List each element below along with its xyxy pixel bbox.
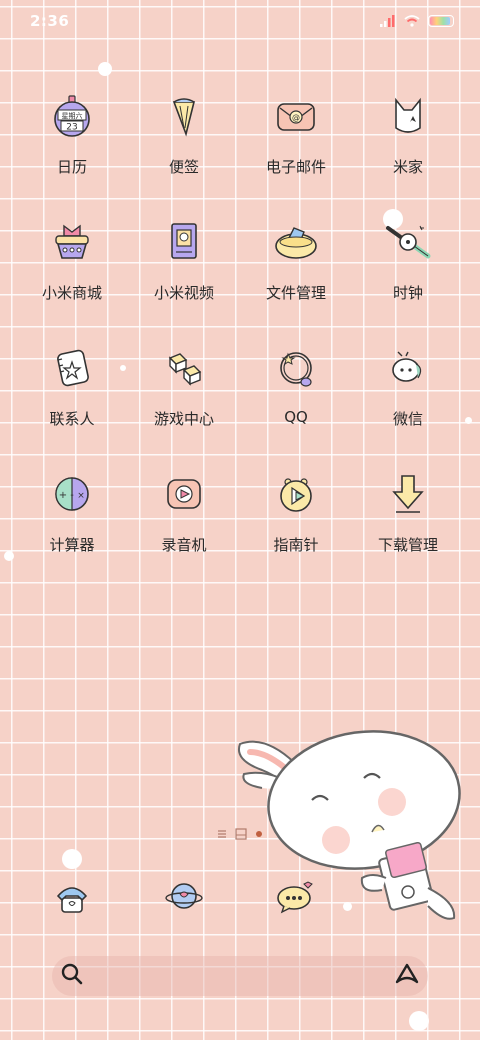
contacts-icon: [44, 340, 100, 396]
bubble-decoration: [4, 551, 14, 561]
bubble-decoration: [409, 1011, 429, 1031]
qq-icon: [268, 340, 324, 396]
dock: [16, 866, 464, 926]
app-label: 时钟: [392, 284, 423, 302]
xiao-ai-icon[interactable]: [394, 962, 420, 990]
app-label: 联系人: [49, 410, 95, 428]
wifi-icon: [404, 12, 420, 31]
game-center-icon: [156, 340, 212, 396]
wechat-icon: [380, 340, 436, 396]
app-label: 计算器: [49, 536, 95, 554]
svg-text:@: @: [292, 113, 300, 122]
messages-icon: [268, 868, 324, 924]
battery-icon: [428, 15, 454, 27]
svg-text:×: ×: [77, 491, 85, 501]
app-qq[interactable]: QQ: [240, 340, 352, 466]
widget-icon[interactable]: [235, 828, 247, 840]
calculator-icon: + - ×: [44, 466, 100, 522]
app-label: 指南针: [273, 536, 319, 554]
app-label: 游戏中心: [153, 410, 214, 428]
status-icons: [380, 12, 454, 31]
app-notes[interactable]: 便签: [128, 88, 240, 214]
svg-text:+: +: [59, 490, 67, 501]
page-indicator[interactable]: [0, 828, 480, 840]
app-wechat[interactable]: 微信: [352, 340, 464, 466]
app-mijia[interactable]: 米家: [352, 88, 464, 214]
app-calculator[interactable]: + - × 计算器: [16, 466, 128, 592]
app-grid: 星期六 23 日历 便签 @ 电子邮件 米家 小米商城 小米视频 文件管理 时钟…: [16, 88, 464, 592]
status-time: 2:36: [30, 12, 70, 30]
camera-icon: [380, 868, 436, 924]
app-clock[interactable]: 时钟: [352, 214, 464, 340]
app-label: 下载管理: [377, 536, 438, 554]
browser-planet-icon: [156, 868, 212, 924]
status-bar: 2:36: [0, 0, 480, 42]
calendar-icon: 星期六 23: [44, 88, 100, 144]
app-mi-video[interactable]: 小米视频: [128, 214, 240, 340]
bubble-decoration: [465, 417, 472, 424]
app-label: 米家: [392, 158, 423, 176]
search-bar[interactable]: [52, 956, 428, 996]
app-email[interactable]: @ 电子邮件: [240, 88, 352, 214]
page-dot-active[interactable]: [255, 830, 263, 838]
app-download-manager[interactable]: 下载管理: [352, 466, 464, 592]
file-manager-icon: [268, 214, 324, 270]
mi-store-icon: [44, 214, 100, 270]
dock-browser[interactable]: [128, 866, 240, 926]
app-label: 小米视频: [153, 284, 214, 302]
menu-icon[interactable]: [217, 829, 227, 839]
dock-messages[interactable]: [240, 866, 352, 926]
notes-icon: [156, 88, 212, 144]
download-manager-icon: [380, 466, 436, 522]
dock-camera[interactable]: [352, 866, 464, 926]
signal-icon: [380, 12, 396, 31]
app-label: 微信: [392, 410, 423, 428]
app-label: 录音机: [161, 536, 207, 554]
search-icon[interactable]: [60, 962, 84, 990]
app-file-manager[interactable]: 文件管理: [240, 214, 352, 340]
recorder-icon: [156, 466, 212, 522]
clock-icon: [380, 214, 436, 270]
app-label: QQ: [284, 408, 308, 426]
mi-video-icon: [156, 214, 212, 270]
app-contacts[interactable]: 联系人: [16, 340, 128, 466]
app-label: 文件管理: [265, 284, 326, 302]
dock-phone[interactable]: [16, 866, 128, 926]
app-label: 小米商城: [41, 284, 102, 302]
app-compass[interactable]: 指南针: [240, 466, 352, 592]
app-label: 便签: [168, 158, 199, 176]
app-label: 电子邮件: [265, 158, 326, 176]
app-label: 日历: [56, 158, 87, 176]
phone-icon: [44, 868, 100, 924]
svg-text:星期六: 星期六: [62, 111, 83, 120]
app-mi-store[interactable]: 小米商城: [16, 214, 128, 340]
app-game-center[interactable]: 游戏中心: [128, 340, 240, 466]
email-icon: @: [268, 88, 324, 144]
svg-text:-: -: [70, 490, 74, 501]
bubble-decoration: [98, 62, 112, 76]
app-calendar[interactable]: 星期六 23 日历: [16, 88, 128, 214]
svg-text:23: 23: [66, 123, 77, 133]
compass-icon: [268, 466, 324, 522]
app-recorder[interactable]: 录音机: [128, 466, 240, 592]
mijia-icon: [380, 88, 436, 144]
